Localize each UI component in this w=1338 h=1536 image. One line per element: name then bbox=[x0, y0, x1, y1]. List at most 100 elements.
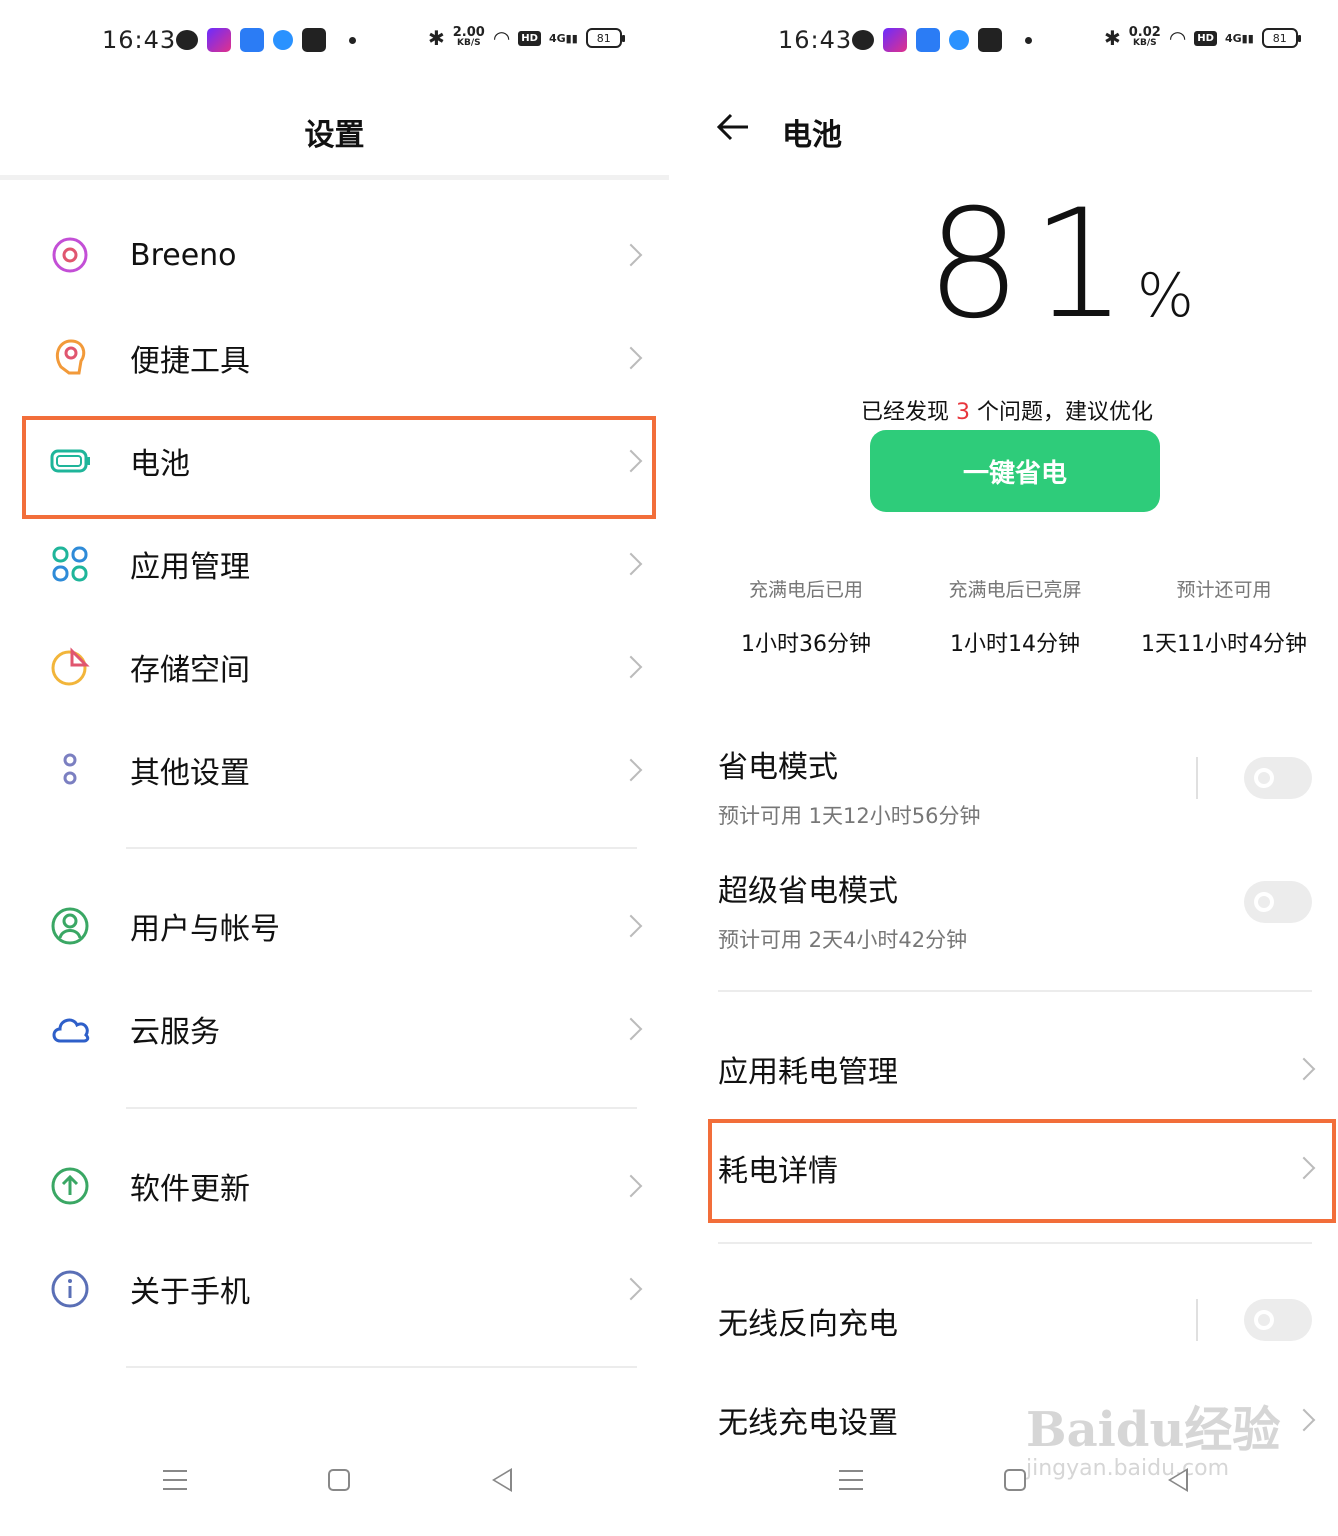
status-bar: 16:43 ✱ 2.00 KB/S ◠ HD 4G▮▮ 81 bbox=[0, 22, 669, 58]
chevron-right-icon bbox=[619, 1174, 643, 1198]
settings-item-label: 其他设置 bbox=[130, 756, 250, 791]
group-divider bbox=[126, 1366, 637, 1368]
notification-icons bbox=[176, 28, 356, 52]
speed-unit: KB/S bbox=[457, 38, 481, 48]
back-nav-icon[interactable] bbox=[492, 1468, 512, 1492]
user-icon bbox=[50, 906, 90, 946]
chevron-right-icon bbox=[1292, 1408, 1316, 1432]
update-icon bbox=[50, 1166, 90, 1206]
settings-item-about[interactable]: 关于手机 bbox=[0, 1239, 669, 1339]
reverse-charging-toggle[interactable] bbox=[1244, 1299, 1312, 1341]
toggle-separator bbox=[1196, 757, 1198, 799]
battery-status-icon: 81 bbox=[585, 28, 625, 48]
settings-item-label: 存储空间 bbox=[130, 653, 250, 688]
usage-stats: 充满电后已用 1小时36分钟 充满电后已亮屏 1小时14分钟 预计还可用 1天11小时… bbox=[676, 575, 1338, 658]
chevron-right-icon bbox=[619, 758, 643, 782]
battery-screen: 16:43 ✱ 0.02 KB/S ◠ HD 4G▮▮ 81 电池 81% 已经发… bbox=[676, 0, 1338, 1536]
more-notifications-icon bbox=[349, 36, 356, 44]
stat-used: 充满电后已用 1小时36分钟 bbox=[706, 575, 906, 658]
issue-summary: 已经发现 3 个问题，建议优化 bbox=[676, 394, 1338, 426]
app-power-management-row[interactable]: 应用耗电管理 bbox=[718, 1029, 1338, 1109]
back-nav-icon[interactable] bbox=[1168, 1468, 1188, 1492]
bluetooth-app-icon bbox=[916, 28, 940, 52]
settings-item-update[interactable]: 软件更新 bbox=[0, 1136, 669, 1236]
panel-divider bbox=[669, 0, 676, 1536]
settings-item-storage[interactable]: 存储空间 bbox=[0, 617, 669, 717]
stat-value: 1天11小时4分钟 bbox=[1141, 632, 1307, 657]
issue-prefix: 已经发现 bbox=[860, 400, 949, 425]
settings-item-label: 用户与帐号 bbox=[130, 912, 280, 947]
notification-icons bbox=[852, 28, 1032, 52]
bluetooth-icon: ✱ bbox=[1104, 26, 1121, 50]
stat-label: 预计还可用 bbox=[1176, 579, 1272, 601]
settings-item-label: 云服务 bbox=[130, 1015, 220, 1050]
settings-item-user[interactable]: 用户与帐号 bbox=[0, 876, 669, 976]
speed-value: 0.02 bbox=[1128, 25, 1161, 40]
group-divider bbox=[126, 847, 637, 849]
settings-item-label: 关于手机 bbox=[130, 1275, 250, 1310]
mode-subtitle: 预计可用 1天12小时56分钟 bbox=[718, 804, 981, 828]
wifi-icon: ◠ bbox=[492, 26, 511, 50]
wifi-icon: ◠ bbox=[1168, 26, 1187, 50]
settings-item-label: Breeno bbox=[130, 237, 237, 273]
stat-value: 1小时14分钟 bbox=[950, 632, 1080, 657]
watermark-main: Baidu经验 bbox=[1026, 1402, 1281, 1458]
group-divider bbox=[718, 1242, 1312, 1244]
more-notifications-icon bbox=[1025, 36, 1032, 44]
bluetooth-app-icon bbox=[240, 28, 264, 52]
chevron-right-icon bbox=[619, 655, 643, 679]
power-saving-toggle[interactable] bbox=[1244, 757, 1312, 799]
status-indicators: ✱ 2.00 KB/S ◠ HD 4G▮▮ 81 bbox=[428, 26, 625, 50]
row-label: 应用耗电管理 bbox=[718, 1055, 898, 1090]
battery-percentage: 81% bbox=[926, 178, 1194, 352]
tiktok-icon bbox=[302, 28, 326, 52]
settings-item-apps[interactable]: 应用管理 bbox=[0, 514, 669, 614]
circle-app-icon bbox=[273, 30, 293, 50]
issue-suffix: 个问题，建议优化 bbox=[977, 400, 1154, 425]
status-time: 16:43 bbox=[102, 26, 177, 54]
settings-item-label: 应用管理 bbox=[130, 550, 250, 585]
percent-sign: % bbox=[1136, 261, 1194, 331]
stat-remaining: 预计还可用 1天11小时4分钟 bbox=[1124, 575, 1324, 658]
breeno-icon bbox=[50, 235, 90, 275]
wechat-icon bbox=[176, 30, 198, 50]
speed-unit: KB/S bbox=[1133, 38, 1157, 48]
video-app-icon bbox=[207, 28, 231, 52]
hd-icon: HD bbox=[1194, 30, 1217, 46]
super-power-saving-toggle[interactable] bbox=[1244, 881, 1312, 923]
network-type: 4G bbox=[548, 31, 566, 45]
wechat-icon bbox=[852, 30, 874, 50]
highlight-box bbox=[708, 1119, 1336, 1223]
page-title: 电池 bbox=[782, 118, 842, 153]
settings-item-breeno[interactable]: Breeno bbox=[0, 205, 669, 305]
settings-item-label: 软件更新 bbox=[130, 1172, 250, 1207]
menu-icon[interactable] bbox=[163, 1470, 187, 1490]
group-divider bbox=[718, 990, 1312, 992]
stat-label: 充满电后已用 bbox=[748, 579, 863, 601]
cloud-icon bbox=[50, 1009, 90, 1049]
circle-app-icon bbox=[949, 30, 969, 50]
issue-count: 3 bbox=[956, 400, 970, 425]
row-label: 无线充电设置 bbox=[718, 1406, 898, 1441]
home-icon[interactable] bbox=[1004, 1469, 1026, 1491]
stat-label: 充满电后已亮屏 bbox=[948, 579, 1082, 601]
menu-icon[interactable] bbox=[839, 1470, 863, 1490]
back-arrow-icon[interactable] bbox=[716, 112, 750, 142]
status-time: 16:43 bbox=[778, 26, 853, 54]
settings-item-label: 便捷工具 bbox=[130, 344, 250, 379]
one-tap-save-button[interactable]: 一键省电 bbox=[870, 430, 1160, 512]
home-icon[interactable] bbox=[328, 1469, 350, 1491]
settings-item-cloud[interactable]: 云服务 bbox=[0, 979, 669, 1079]
settings-item-other[interactable]: 其他设置 bbox=[0, 720, 669, 820]
video-app-icon bbox=[883, 28, 907, 52]
group-divider bbox=[126, 1107, 637, 1109]
settings-item-tools[interactable]: 便捷工具 bbox=[0, 308, 669, 408]
chevron-right-icon bbox=[619, 243, 643, 267]
status-bar: 16:43 ✱ 0.02 KB/S ◠ HD 4G▮▮ 81 bbox=[676, 22, 1338, 58]
chevron-right-icon bbox=[1292, 1057, 1316, 1081]
chevron-right-icon bbox=[619, 346, 643, 370]
settings-screen: 16:43 ✱ 2.00 KB/S ◠ HD 4G▮▮ 81 设置 Breeno … bbox=[0, 0, 669, 1536]
signal-icon: 4G▮▮ bbox=[548, 31, 578, 45]
tiktok-icon bbox=[978, 28, 1002, 52]
chevron-right-icon bbox=[619, 552, 643, 576]
